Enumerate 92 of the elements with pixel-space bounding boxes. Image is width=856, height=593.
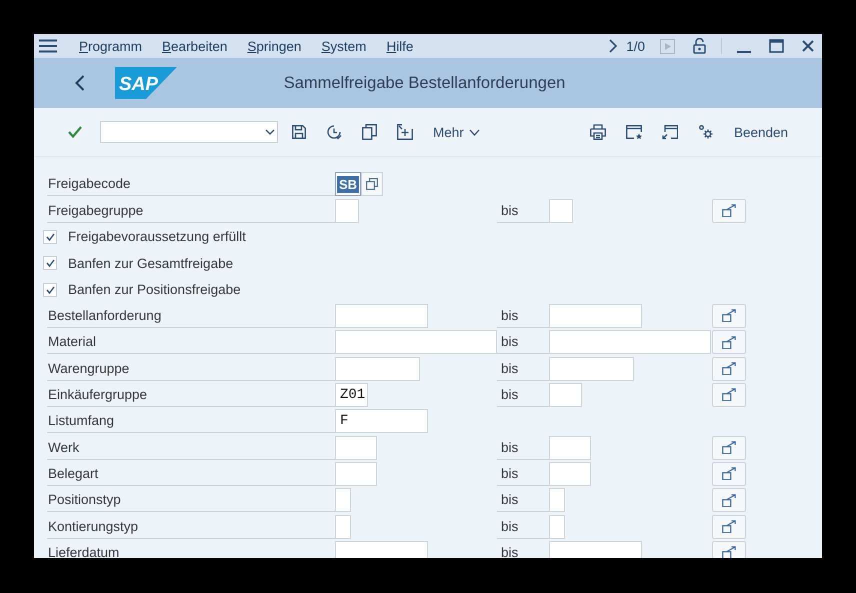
input-field[interactable]	[335, 198, 359, 223]
new-entry-icon[interactable]	[397, 124, 413, 140]
copy-icon	[366, 178, 378, 190]
checkbox-label: Banfen zur Positionsfreigabe	[68, 282, 241, 298]
print-icon[interactable]	[590, 124, 606, 140]
multiple-selection-button[interactable]	[712, 198, 746, 223]
window-star-icon[interactable]	[626, 124, 642, 140]
sap-logo: SAP	[115, 67, 177, 99]
arrow-square-icon	[722, 204, 736, 218]
multiple-selection-button[interactable]	[712, 462, 746, 486]
input-field[interactable]	[549, 382, 582, 407]
field-label: Einkäufergruppe	[47, 383, 335, 408]
arrow-square-icon	[722, 309, 736, 322]
menu-icon[interactable]	[39, 39, 57, 53]
multiple-selection-button[interactable]	[712, 330, 746, 354]
command-field[interactable]	[100, 121, 278, 143]
input-field[interactable]	[549, 198, 573, 223]
check-icon	[46, 286, 54, 294]
input-field[interactable]	[549, 356, 634, 381]
copy-icon[interactable]	[362, 124, 377, 140]
input-field[interactable]	[335, 330, 497, 354]
arrow-square-icon	[722, 467, 736, 480]
multiple-selection-button[interactable]	[712, 488, 746, 512]
input-field[interactable]	[335, 462, 377, 486]
input-field[interactable]	[335, 514, 351, 539]
field-label: Freigabegruppe	[47, 198, 335, 223]
field-label: Bestellanforderung	[47, 304, 335, 328]
input-field[interactable]	[335, 436, 377, 460]
menu-item[interactable]: Springen	[237, 36, 312, 56]
value-help-button[interactable]	[361, 172, 384, 196]
multiple-selection-button[interactable]	[712, 382, 746, 407]
input-field[interactable]	[335, 356, 420, 381]
checkbox[interactable]	[43, 256, 57, 270]
exit-button[interactable]: Beenden	[732, 122, 790, 142]
window-title: Sammelfreigabe Bestellanforderungen	[282, 74, 566, 92]
input-field[interactable]	[335, 540, 428, 558]
check-icon	[46, 259, 54, 268]
input-field[interactable]	[549, 330, 711, 354]
field-label: Material	[47, 330, 335, 354]
check-icon	[46, 232, 54, 241]
input-field[interactable]	[549, 462, 591, 486]
chevron-right-icon[interactable]	[609, 39, 618, 53]
arrow-square-icon	[722, 546, 736, 558]
checkbox-label: Banfen zur Gesamtfreigabe	[68, 256, 234, 271]
arrow-square-icon	[722, 441, 736, 454]
lock-icon[interactable]	[693, 38, 706, 54]
multiple-selection-button[interactable]	[712, 540, 746, 558]
checkbox[interactable]	[43, 230, 57, 244]
caret-icon[interactable]	[265, 129, 275, 135]
multiple-selection-button[interactable]	[712, 304, 746, 328]
clock-icon[interactable]	[326, 124, 342, 140]
more-button[interactable]: Mehr	[431, 122, 482, 142]
input-field[interactable]	[335, 488, 351, 512]
input-field[interactable]	[549, 514, 565, 539]
arrow-square-icon	[722, 520, 736, 534]
arrow-square-icon	[722, 336, 736, 349]
arrow-square-icon	[722, 362, 736, 376]
back-icon[interactable]	[75, 75, 85, 91]
multiple-selection-button[interactable]	[712, 514, 746, 539]
menu-item[interactable]: System	[311, 36, 376, 56]
close-icon[interactable]	[802, 40, 814, 52]
input-field[interactable]: SB	[335, 172, 362, 196]
field-label: Listumfang	[47, 409, 335, 434]
input-field[interactable]: Z01	[335, 382, 368, 407]
settings-icon[interactable]	[698, 124, 714, 140]
input-field[interactable]	[549, 436, 591, 460]
input-field[interactable]	[549, 540, 642, 558]
input-field[interactable]	[549, 488, 565, 512]
window-arrow-icon[interactable]	[662, 124, 678, 140]
arrow-square-icon	[722, 388, 736, 402]
field-label: Werk	[47, 436, 335, 460]
menu-item[interactable]: Hilfe	[376, 36, 424, 56]
field-label: Positionstyp	[47, 488, 335, 512]
input-field[interactable]: F	[335, 409, 428, 434]
menu-item[interactable]: Bearbeiten	[152, 36, 238, 56]
input-field[interactable]	[335, 304, 428, 328]
field-label: Belegart	[47, 462, 335, 486]
field-label: Warengruppe	[47, 356, 335, 381]
page-counter: 1/0	[626, 38, 645, 54]
save-icon[interactable]	[292, 125, 306, 139]
checkbox-label: Freigabevoraussetzung erfüllt	[68, 229, 246, 244]
maximize-icon[interactable]	[769, 39, 784, 53]
menu-item[interactable]: Programm	[69, 36, 152, 56]
checkmark-icon[interactable]	[68, 126, 82, 138]
multiple-selection-button[interactable]	[712, 356, 746, 381]
arrow-square-icon	[722, 494, 736, 507]
field-label: Kontierungstyp	[47, 514, 335, 539]
field-label: Freigabecode	[47, 172, 335, 196]
checkbox[interactable]	[43, 282, 57, 297]
caret-icon	[468, 128, 480, 136]
multiple-selection-button[interactable]	[712, 436, 746, 460]
input-field[interactable]	[549, 304, 642, 328]
